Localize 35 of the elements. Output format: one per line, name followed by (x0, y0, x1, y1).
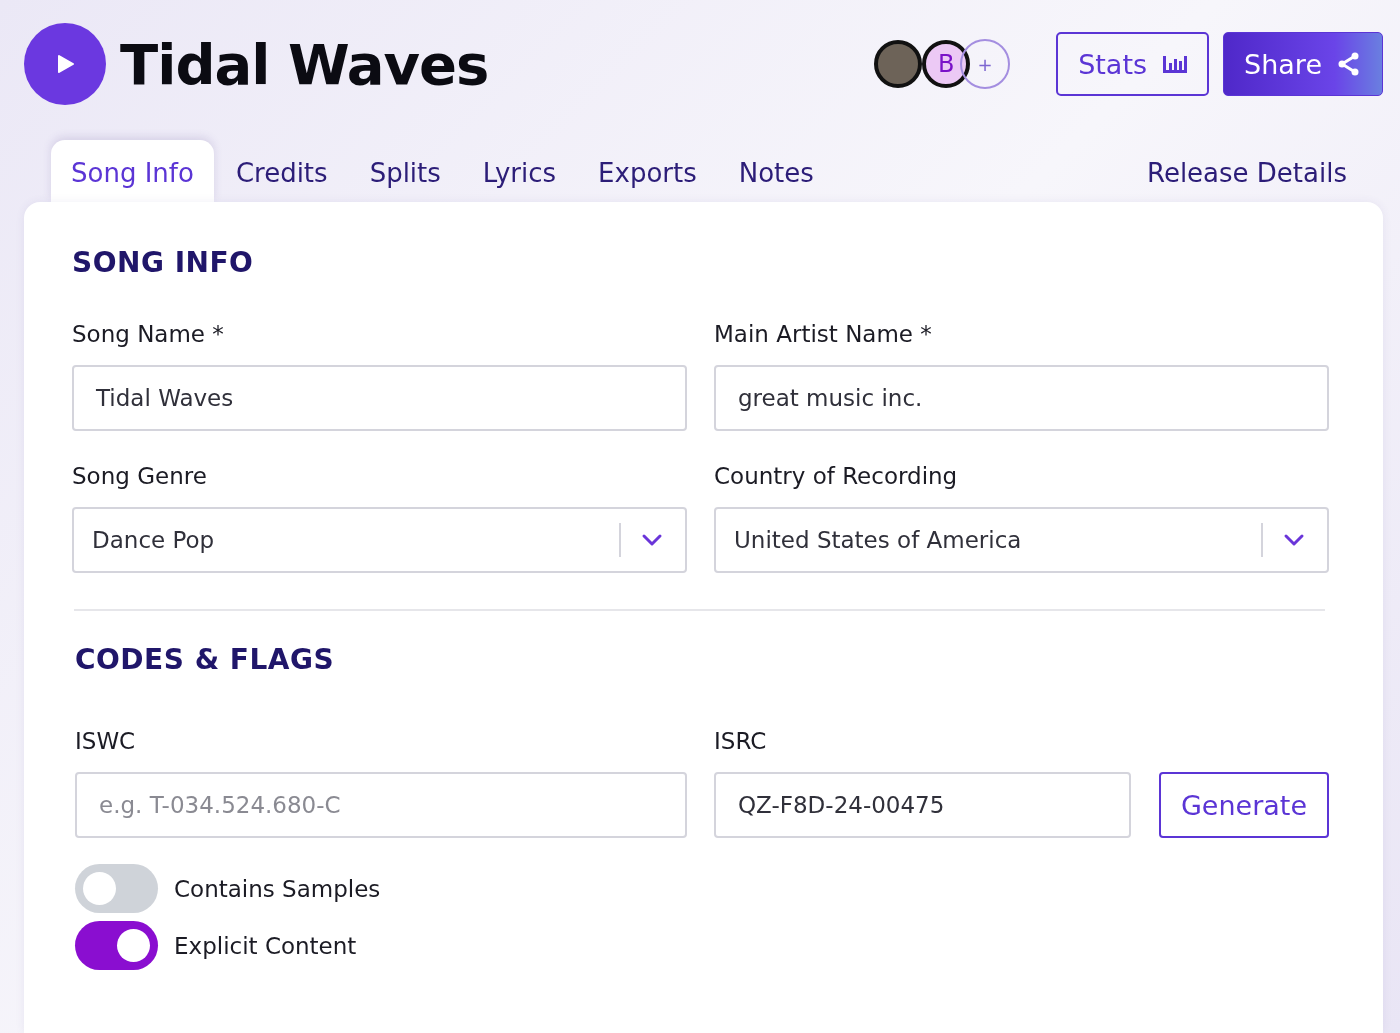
isrc-field[interactable]: QZ-F8D-24-00475 (714, 772, 1131, 838)
tab[interactable]: Release Details (1127, 140, 1367, 202)
chevron-down-icon (1283, 533, 1305, 547)
section-heading: SONG INFO (72, 246, 255, 279)
toggle-label: Contains Samples (174, 875, 381, 902)
user-avatar[interactable]: B (922, 40, 971, 88)
tab[interactable]: Exports (578, 140, 717, 202)
toggle-label: Explicit Content (174, 932, 357, 959)
user-avatar[interactable] (874, 40, 923, 88)
text-field[interactable]: great music inc. (714, 365, 1329, 431)
tab[interactable]: Notes (718, 140, 834, 202)
dropdown[interactable]: United States of America (714, 507, 1329, 573)
field-label: Country of Recording (714, 463, 959, 489)
add-collaborator-button[interactable]: + (960, 39, 1011, 89)
stats-button[interactable]: Stats (1056, 32, 1210, 96)
toggle-switch[interactable] (75, 921, 158, 970)
generate-button[interactable]: Generate (1158, 772, 1329, 838)
bar-chart-icon (1161, 53, 1188, 75)
section-heading: CODES & FLAGS (75, 643, 336, 676)
toggle-switch[interactable] (75, 864, 158, 913)
chevron-down-icon (641, 533, 663, 547)
field-label: Main Artist Name * (714, 321, 933, 347)
field-label: Song Name * (72, 321, 225, 347)
tab[interactable]: Splits (349, 140, 461, 202)
tab[interactable]: Lyrics (462, 140, 577, 202)
song-title: Tidal Waves (120, 31, 489, 97)
field-label: Song Genre (72, 463, 208, 489)
tab[interactable]: Song Info (51, 140, 214, 202)
dropdown[interactable]: Dance Pop (72, 507, 687, 573)
iswc-field[interactable]: e.g. T-034.524.680-C (75, 772, 687, 838)
field-label: ISRC (714, 728, 768, 754)
share-button[interactable]: Share (1223, 32, 1383, 96)
tab[interactable]: Credits (215, 140, 348, 202)
field-label: ISWC (75, 728, 137, 754)
text-field[interactable]: Tidal Waves (72, 365, 687, 431)
